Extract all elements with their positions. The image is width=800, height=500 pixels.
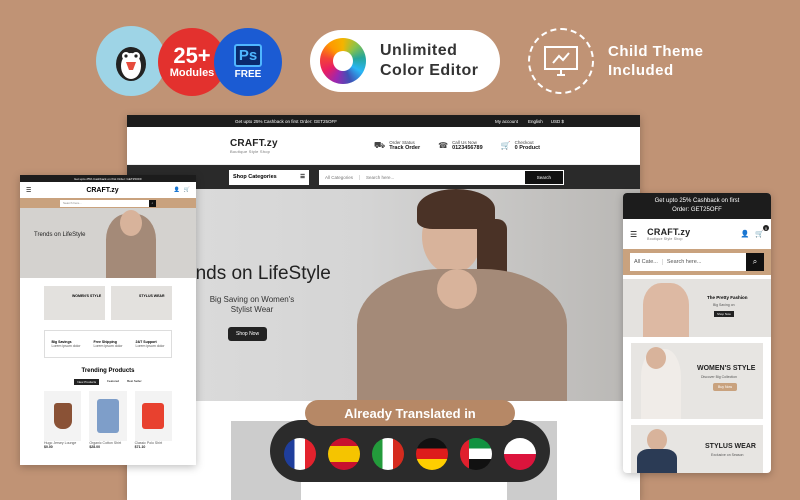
mobile-right-preview: Get upto 25% Cashback on first Order: GE… [623,193,771,473]
flag-spanish-icon [328,438,360,470]
feature-item: 24/7 Support Lorem ipsum dolor [135,340,165,348]
mobile-left-hero: Trends on LifeStyle [20,208,196,278]
hero-banner: ends on LifeStyle Big Saving on Women's … [127,189,640,401]
feature-item: Free Shipping Lorem ipsum dolor [93,340,123,348]
flag-german-icon [416,438,448,470]
product-card[interactable]: Organic Cotton Shirt $28.00 [89,391,127,449]
search-button[interactable]: ⌕ [746,253,764,271]
cart-icon: 🛒 [500,141,511,150]
search-button[interactable]: Search [524,170,563,184]
banner-stylus-wear[interactable]: STYLUS WEAR [111,286,172,320]
site-logo[interactable]: CRAFT.zy Boutique Style Shop [230,138,278,154]
offer-text: Get upto 25% Cashback on first Order: GE… [235,118,338,124]
language-select[interactable]: English [528,119,543,124]
category-select[interactable]: All Categories [319,174,361,180]
search-icon[interactable]: ⌕ [149,199,156,207]
flag-italian-icon [372,438,404,470]
search-input[interactable]: Search here... ⌕ [60,199,156,207]
mobile-left-topbar: Get upto 25% Cashback on first Order: GE… [20,175,196,182]
truck-icon: ⛟ [373,139,386,150]
track-order[interactable]: ⛟ Order Status Track Order [374,140,420,152]
user-icon[interactable]: 👤 [741,230,750,238]
features-box: Big Savings Lorem ipsum dolor Free Shippi… [44,330,172,358]
modules-label: Modules [169,67,215,79]
site-logo[interactable]: CRAFT.zy [86,187,118,194]
color-editor-badge: Unlimited Color Editor [310,30,500,92]
tab-featured[interactable]: Featured [107,379,119,385]
hero-title: ends on LifeStyle [185,263,331,284]
site-logo[interactable]: CRAFT.zy Boutique Style Shop [647,227,690,241]
desktop-navbar: Shop Categories ☰ All Categories Search h… [127,165,640,189]
color-editor-line2: Color Editor [380,62,479,79]
currency-select[interactable]: USD $ [551,119,564,124]
tab-new-products[interactable]: New Products [74,379,100,385]
checkout[interactable]: 🛒 Checkout 0 Product [501,140,540,151]
shop-categories-button[interactable]: Shop Categories ☰ [229,169,309,185]
user-icon[interactable]: 👤 [174,187,180,193]
mobile-right-topbar: Get upto 25% Cashback on first Order: GE… [623,193,771,219]
color-wheel-icon [320,38,366,84]
my-account-link[interactable]: My account [495,119,518,124]
flag-polish-icon [504,438,536,470]
mobile-left-header: ☰ CRAFT.zy 👤 🛒 [20,182,196,198]
desktop-topbar: Get upto 25% Cashback on first Order: GE… [127,115,640,127]
modules-count: 25+ [173,43,211,68]
product-card[interactable]: Hugo Jersey Lounge $0.00 [44,391,82,449]
banner-stylus-wear[interactable]: STYLUS WEAR Exclusive on Season [631,425,763,473]
flag-arabic-icon [460,438,492,470]
mobile-right-hero: The Pretty Fashion Big Saving on Shop No… [623,279,771,337]
trending-title: Trending Products [81,368,135,374]
prestashop-logo [96,26,166,96]
cart-icon[interactable]: 🛒 [184,187,190,193]
menu-icon: ☰ [300,174,305,180]
hero-shop-now-button[interactable]: Shop Now [228,327,268,341]
hero-title: Trends on LifeStyle [34,232,86,238]
hero-sub: Big Saving on [713,303,735,307]
search-input[interactable]: Search here... [360,175,525,180]
mobile-left-preview: Get upto 25% Cashback on first Order: GE… [20,175,196,465]
category-select[interactable]: All Cate... [630,259,663,265]
puffin-icon [116,47,146,81]
phone-icon: ☎ [438,141,449,150]
product-card[interactable]: Classic Polo Shirt $71.10 [134,391,172,449]
menu-icon[interactable]: ☰ [26,187,31,194]
translated-label: Already Translated in [305,400,515,426]
child-theme-icon [528,28,594,94]
search-bar: All Categories Search here... Search [319,169,564,185]
tab-best-seller[interactable]: Best Seller [127,379,142,385]
menu-icon[interactable]: ☰ [630,230,637,239]
ps-icon: Ps [233,44,263,67]
color-editor-line1: Unlimited [380,42,458,59]
hero-shop-now-button[interactable]: Shop Now [714,311,734,317]
hero-subtitle-2: Stylist Wear [230,305,274,314]
search-input[interactable]: Search here... [663,259,746,265]
mobile-right-header: ☰ CRAFT.zy Boutique Style Shop 👤 🛒 0 [623,219,771,249]
hero-subtitle-1: Big Saving on Women's [209,295,295,304]
child-theme-line2: Included [608,62,674,79]
languages-flags [270,420,550,482]
desktop-header: CRAFT.zy Boutique Style Shop ⛟ Order Sta… [127,127,640,165]
flag-french-icon [284,438,316,470]
hero-title: The Pretty Fashion [707,295,748,300]
child-theme-line1: Child Theme [608,43,704,60]
photoshop-badge: Ps FREE [214,28,282,96]
banner-womens-style[interactable]: WOMEN'S STYLE Discover Big Collection Bu… [631,343,763,419]
hero-model-image [327,189,567,401]
ps-free-label: FREE [234,69,262,80]
call-us[interactable]: ☎ Call Us Now 0123456789 [438,140,483,151]
feature-item: Big Savings Lorem ipsum dolor [51,340,81,348]
banner-womens-style[interactable]: WOMEN'S STYLE [44,286,105,320]
cart-count: 0 [763,225,769,231]
cart-icon[interactable]: 🛒 0 [755,225,769,238]
child-theme-badge: Child Theme Included [528,28,728,94]
